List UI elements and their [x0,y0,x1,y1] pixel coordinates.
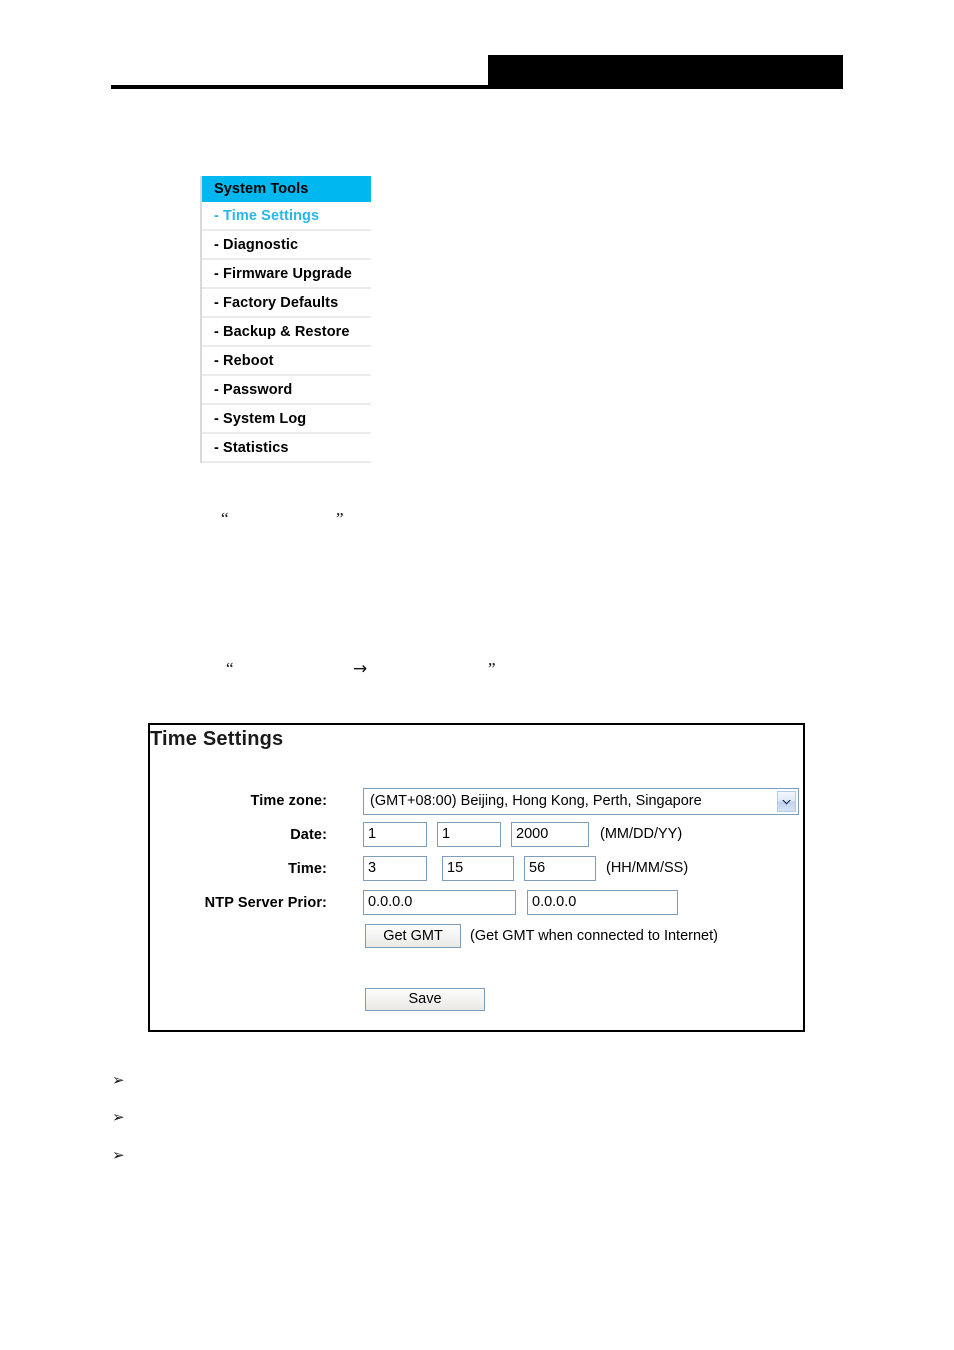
menu-heading-system-tools: System Tools [202,176,371,202]
sidebar-item-label: - System Log [214,411,307,427]
ntp-server-secondary-input[interactable]: 0.0.0.0 [527,890,678,915]
time-hour-input[interactable]: 3 [363,856,427,881]
timezone-label: Time zone: [250,793,327,809]
list-item-bullet-icon: ➢ [112,1146,125,1164]
sidebar-item-backup-restore[interactable]: - Backup & Restore [202,318,371,347]
timezone-select[interactable]: (GMT+08:00) Beijing, Hong Kong, Perth, S… [363,788,799,815]
quote-open-mark-1: “ [221,509,229,528]
time-label: Time: [288,861,327,877]
system-tools-menu: System Tools - Time Settings - Diagnosti… [200,176,371,463]
date-label: Date: [290,827,327,843]
date-month-input[interactable]: 1 [363,822,427,847]
date-year-input[interactable]: 2000 [511,822,589,847]
list-item-bullet-icon: ➢ [112,1071,125,1089]
quote-open-mark-2: “ [226,659,234,678]
get-gmt-button[interactable]: Get GMT [365,924,461,948]
chevron-down-icon[interactable] [777,791,796,812]
sidebar-item-reboot[interactable]: - Reboot [202,347,371,376]
header-redacted-block [488,55,843,87]
date-day-input[interactable]: 1 [437,822,501,847]
time-second-input[interactable]: 56 [524,856,596,881]
header-divider-rule [111,85,843,89]
save-button[interactable]: Save [365,988,485,1011]
sidebar-item-time-settings[interactable]: - Time Settings [202,202,371,231]
page-title: Time Settings [150,728,284,750]
right-arrow-icon: → [353,659,368,679]
sidebar-item-label: - Factory Defaults [214,295,339,311]
time-minute-input[interactable]: 15 [442,856,514,881]
ntp-server-label: NTP Server Prior: [204,895,327,911]
ntp-server-primary-input[interactable]: 0.0.0.0 [363,890,516,915]
sidebar-item-password[interactable]: - Password [202,376,371,405]
sidebar-item-system-log[interactable]: - System Log [202,405,371,434]
form-row-timezone: Time zone: (GMT+08:00) Beijing, Hong Kon… [148,786,805,820]
quote-close-mark-2: ” [488,659,496,678]
get-gmt-note: (Get GMT when connected to Internet) [470,928,718,944]
timezone-selected-value: (GMT+08:00) Beijing, Hong Kong, Perth, S… [370,793,702,809]
date-format-hint: (MM/DD/YY) [600,826,683,842]
list-item-bullet-icon: ➢ [112,1108,125,1126]
sidebar-item-diagnostic[interactable]: - Diagnostic [202,231,371,260]
form-row-ntp-server: NTP Server Prior: 0.0.0.0 0.0.0.0 [148,888,805,922]
sidebar-item-label: - Diagnostic [214,237,299,253]
sidebar-item-label: - Backup & Restore [214,324,350,340]
sidebar-item-label: - Time Settings [214,208,320,224]
sidebar-item-label: - Reboot [214,353,274,369]
sidebar-item-factory-defaults[interactable]: - Factory Defaults [202,289,371,318]
sidebar-item-label: - Password [214,382,293,398]
sidebar-item-label: - Firmware Upgrade [214,266,352,282]
form-row-time: Time: 3 15 56 (HH/MM/SS) [148,854,805,888]
form-row-date: Date: 1 1 2000 (MM/DD/YY) [148,820,805,854]
quote-close-mark-1: ” [336,509,344,528]
time-format-hint: (HH/MM/SS) [606,860,689,876]
sidebar-item-firmware-upgrade[interactable]: - Firmware Upgrade [202,260,371,289]
sidebar-item-statistics[interactable]: - Statistics [202,434,371,463]
sidebar-item-label: - Statistics [214,440,289,456]
time-settings-form: Time zone: (GMT+08:00) Beijing, Hong Kon… [148,786,805,956]
form-row-get-gmt: Get GMT (Get GMT when connected to Inter… [148,922,805,956]
